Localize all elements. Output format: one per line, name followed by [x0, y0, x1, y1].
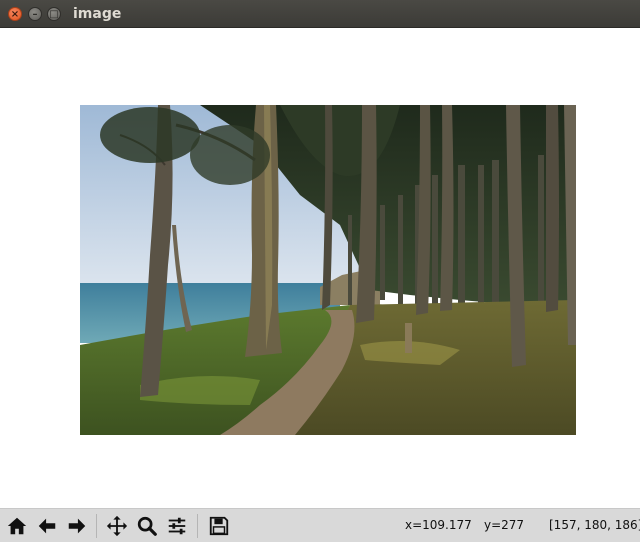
- magnifier-icon: [137, 516, 157, 536]
- save-button[interactable]: [206, 513, 232, 539]
- navigation-toolbar: x=109.177 y=277 [157, 180, 186]: [0, 508, 640, 542]
- window-titlebar: × – □ image: [0, 0, 640, 28]
- toolbar-separator: [197, 514, 198, 538]
- pixel-value-readout: [157, 180, 186]: [549, 518, 640, 532]
- sliders-icon: [168, 517, 186, 535]
- cursor-x-readout: x=109.177: [405, 518, 472, 532]
- move-icon: [106, 515, 128, 537]
- arrow-left-icon: [38, 518, 56, 534]
- figure-canvas[interactable]: [0, 28, 640, 508]
- maximize-icon: □: [49, 9, 59, 20]
- configure-subplots-button[interactable]: [164, 513, 190, 539]
- displayed-image[interactable]: [80, 105, 576, 435]
- minimize-icon: –: [32, 9, 38, 20]
- forward-button[interactable]: [64, 513, 90, 539]
- floppy-disk-icon: [209, 516, 229, 536]
- home-button[interactable]: [4, 513, 30, 539]
- close-icon: ×: [10, 9, 20, 20]
- home-icon: [7, 517, 27, 535]
- minimize-window-button[interactable]: –: [28, 7, 42, 21]
- zoom-button[interactable]: [134, 513, 160, 539]
- close-window-button[interactable]: ×: [8, 7, 22, 21]
- toolbar-separator: [96, 514, 97, 538]
- arrow-right-icon: [68, 518, 86, 534]
- pan-button[interactable]: [104, 513, 130, 539]
- cursor-y-readout: y=277: [484, 518, 525, 532]
- back-button[interactable]: [34, 513, 60, 539]
- window-title: image: [73, 6, 122, 22]
- maximize-window-button[interactable]: □: [47, 7, 61, 21]
